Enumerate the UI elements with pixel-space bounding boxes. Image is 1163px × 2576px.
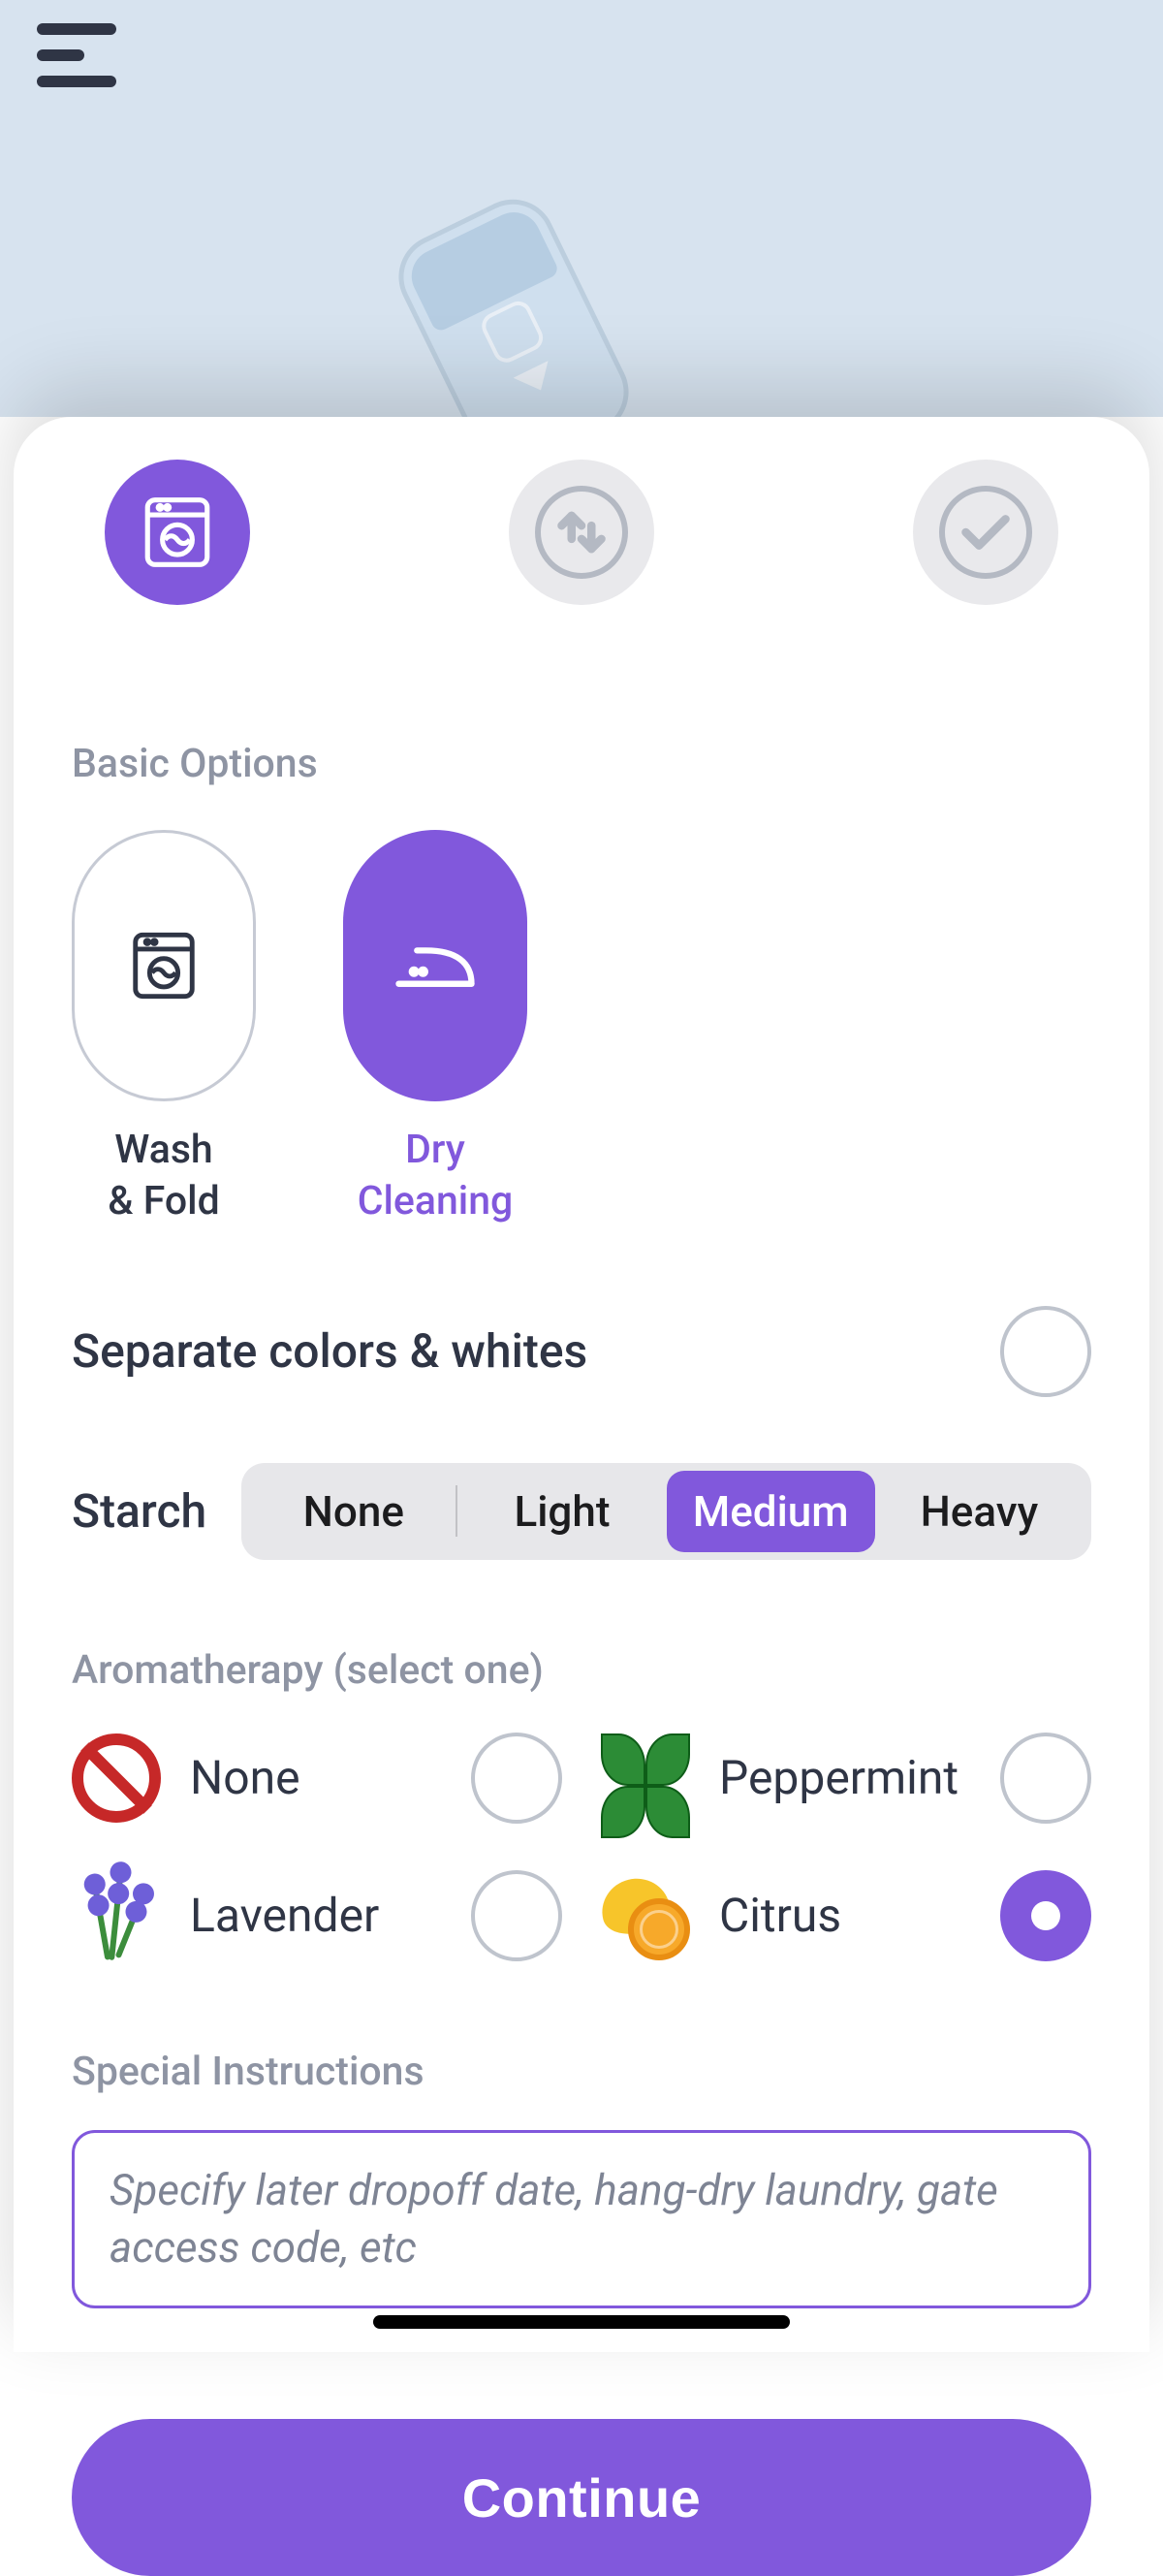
starch-light[interactable]: Light (457, 1471, 666, 1552)
option-label: Wash & Fold (108, 1125, 219, 1228)
citrus-icon (601, 1871, 690, 1960)
starch-none[interactable]: None (249, 1471, 457, 1552)
starch-segmented: None Light Medium Heavy (241, 1463, 1091, 1560)
aroma-label-text: Lavender (190, 1888, 442, 1943)
mint-icon (601, 1733, 690, 1823)
step-service[interactable] (105, 460, 250, 605)
aroma-lavender[interactable]: Lavender (72, 1870, 562, 1961)
option-label: Dry Cleaning (358, 1125, 514, 1228)
option-dry-cleaning[interactable]: Dry Cleaning (343, 830, 527, 1228)
washer-icon (138, 493, 217, 572)
progress-steps (37, 460, 1126, 605)
aroma-none[interactable]: None (72, 1733, 562, 1824)
separate-colors-label: Separate colors & whites (72, 1323, 587, 1379)
special-instructions-label: Special Instructions (72, 2049, 1091, 2095)
starch-heavy[interactable]: Heavy (875, 1471, 1084, 1552)
lavender-icon (72, 1871, 161, 1960)
home-indicator (373, 2315, 790, 2329)
check-icon (946, 493, 1025, 572)
aroma-peppermint-radio[interactable] (1000, 1733, 1091, 1824)
continue-button[interactable]: Continue (72, 2419, 1091, 2576)
basic-options-row: Wash & Fold Dry Cleaning (72, 830, 1091, 1228)
starch-label: Starch (72, 1483, 206, 1539)
options-sheet: Basic Options Wash & Fold (14, 417, 1149, 2352)
aroma-citrus-radio[interactable] (1000, 1870, 1091, 1961)
option-wash-fold[interactable]: Wash & Fold (72, 830, 256, 1228)
delivery-vehicle-graphic (385, 185, 644, 417)
hero-background (0, 0, 1163, 417)
aroma-grid: None Peppermint Lavender (72, 1733, 1091, 1961)
step-confirm[interactable] (913, 460, 1058, 605)
basic-options-label: Basic Options (72, 741, 1091, 787)
transfer-icon (542, 493, 621, 572)
aroma-label-text: Citrus (719, 1888, 971, 1943)
aroma-label-text: None (190, 1750, 442, 1805)
aroma-citrus[interactable]: Citrus (601, 1870, 1091, 1961)
starch-medium[interactable]: Medium (667, 1471, 875, 1552)
aroma-none-radio[interactable] (471, 1733, 562, 1824)
separate-colors-radio[interactable] (1000, 1306, 1091, 1397)
separate-colors-row: Separate colors & whites (72, 1306, 1091, 1397)
washer-icon (126, 928, 202, 1003)
iron-icon (387, 935, 484, 997)
prohibit-icon (72, 1733, 161, 1823)
aroma-label: Aromatherapy (select one) (72, 1647, 1091, 1694)
aroma-label-text: Peppermint (719, 1750, 971, 1805)
step-transfer[interactable] (509, 460, 654, 605)
aroma-peppermint[interactable]: Peppermint (601, 1733, 1091, 1824)
menu-button[interactable] (37, 23, 116, 87)
starch-row: Starch None Light Medium Heavy (72, 1463, 1091, 1560)
aroma-lavender-radio[interactable] (471, 1870, 562, 1961)
special-instructions-input[interactable] (72, 2130, 1091, 2309)
